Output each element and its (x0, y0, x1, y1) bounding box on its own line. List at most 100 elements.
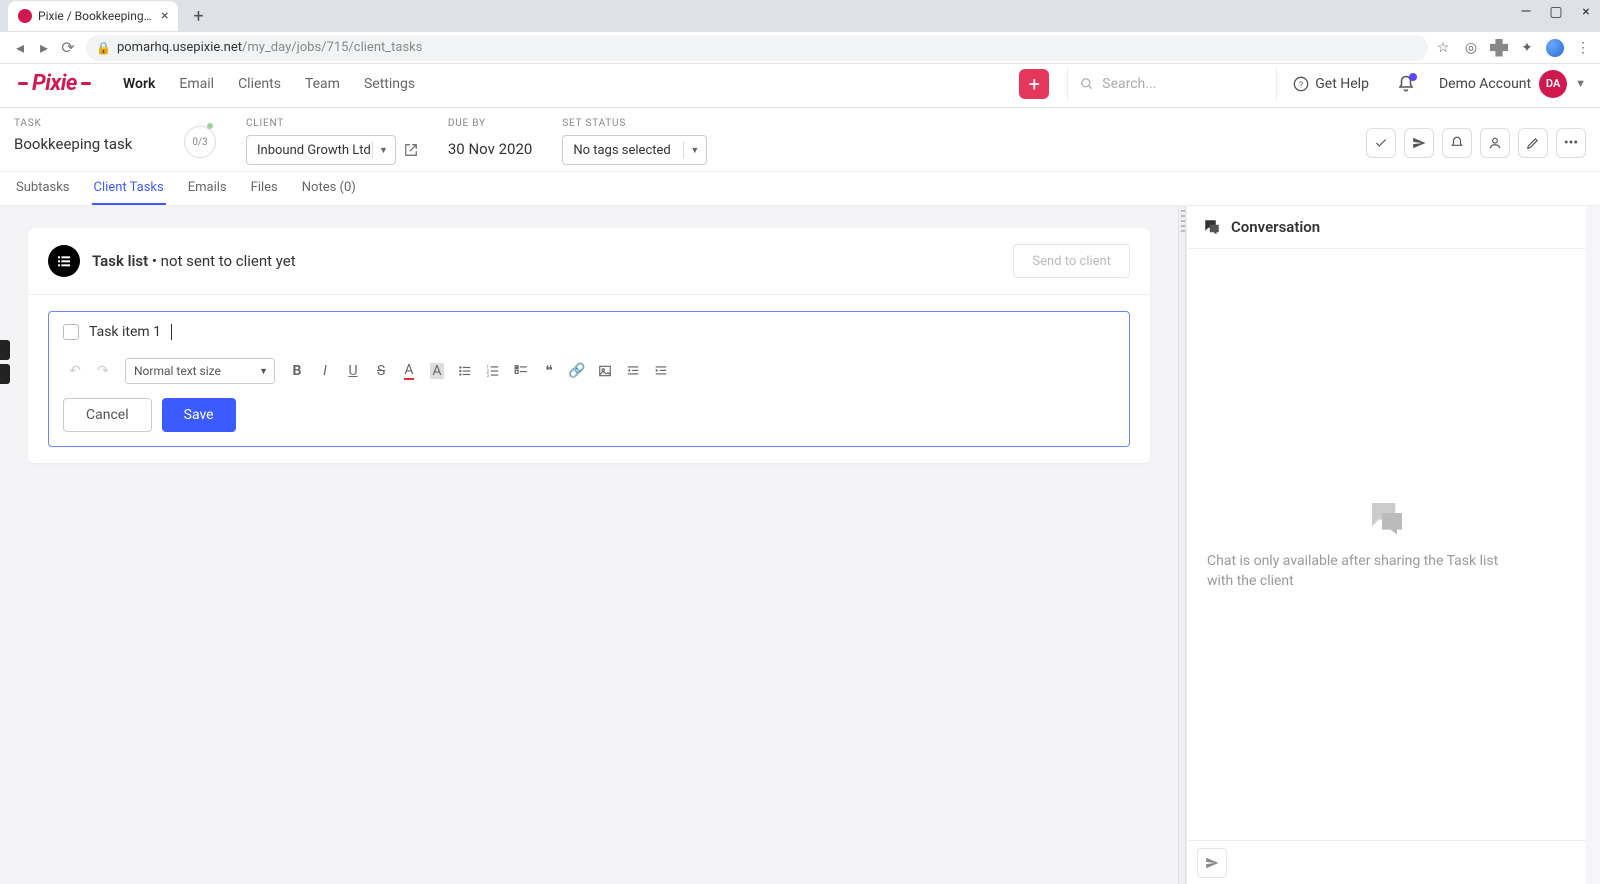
account-menu[interactable]: Demo Account DA ▼ (1439, 70, 1586, 98)
close-window-icon[interactable]: × (1578, 4, 1594, 20)
url-text: pomarhq.usepixie.net/my_day/jobs/715/cli… (117, 40, 423, 55)
app-header: Pixie Work Email Clients Team Settings +… (0, 60, 1600, 108)
task-item-text[interactable]: Task item 1 (89, 324, 161, 340)
card-title: Task list • not sent to client yet (92, 252, 296, 270)
editor-toolbar: ↶ ↷ Normal text size ▼ B I U S A A (63, 358, 1115, 384)
client-select[interactable]: Inbound Growth Ltd ▼ (246, 135, 396, 165)
profile-avatar[interactable] (1546, 39, 1564, 57)
browser-chrome: Pixie / Bookkeeping task client t × + — … (0, 0, 1600, 60)
status-select[interactable]: No tags selected ▼ (562, 135, 707, 165)
maximize-icon[interactable]: ▢ (1548, 4, 1564, 20)
notifications-button[interactable] (1397, 75, 1415, 93)
tab-emails[interactable]: Emails (186, 172, 229, 205)
client-label: CLIENT (246, 118, 418, 129)
outdent-button[interactable] (621, 359, 645, 383)
numbered-list-button[interactable]: 123 (481, 359, 505, 383)
reload-button[interactable]: ⟳ (56, 38, 80, 57)
strike-button[interactable]: S (369, 359, 393, 383)
svg-text:3: 3 (487, 373, 490, 378)
text-color-button[interactable]: A (397, 359, 421, 383)
bold-button[interactable]: B (285, 359, 309, 383)
side-tabs[interactable] (0, 340, 10, 388)
help-link[interactable]: ? Get Help (1293, 76, 1369, 92)
checklist-button[interactable] (509, 359, 533, 383)
lock-icon: 🔒 (96, 41, 111, 55)
complete-button[interactable] (1366, 128, 1396, 158)
reminder-button[interactable] (1442, 128, 1472, 158)
save-button[interactable]: Save (162, 398, 236, 432)
send-button[interactable] (1404, 128, 1434, 158)
browser-right-icons: ☆ ◎ ✦ ⋮ (1434, 39, 1592, 57)
italic-button[interactable]: I (313, 359, 337, 383)
quote-button[interactable]: ❝ (537, 359, 561, 383)
conversation-empty-message: Chat is only available after sharing the… (1207, 552, 1527, 591)
dueby-label: DUE BY (448, 118, 532, 129)
task-list-card: Task list • not sent to client yet Send … (28, 228, 1150, 463)
close-tab-icon[interactable]: × (161, 8, 168, 24)
main-nav: Work Email Clients Team Settings (123, 76, 415, 92)
chat-empty-icon (1365, 498, 1409, 538)
bullet-list-button[interactable] (453, 359, 477, 383)
conversation-footer (1187, 840, 1586, 884)
panel-resizer[interactable] (1178, 206, 1186, 884)
send-to-client-button[interactable]: Send to client (1013, 244, 1130, 278)
forward-button[interactable]: ▸ (32, 38, 56, 57)
task-checkbox[interactable] (63, 324, 79, 340)
indent-button[interactable] (649, 359, 673, 383)
ext-icon-1[interactable]: ◎ (1462, 39, 1480, 57)
task-name: Bookkeeping task (14, 135, 154, 153)
dueby-value: 30 Nov 2020 (448, 135, 532, 158)
external-link-icon[interactable] (404, 143, 418, 157)
conversation-body: Chat is only available after sharing the… (1187, 249, 1586, 840)
image-button[interactable] (593, 359, 617, 383)
nav-email[interactable]: Email (179, 76, 214, 92)
logo[interactable]: Pixie (14, 71, 95, 96)
underline-button[interactable]: U (341, 359, 365, 383)
kebab-menu-icon[interactable]: ⋮ (1574, 39, 1592, 57)
scrollbar[interactable] (1586, 206, 1600, 884)
ext-icon-2[interactable] (1490, 39, 1508, 57)
content-area: Task list • not sent to client yet Send … (0, 206, 1178, 884)
chat-icon (1203, 218, 1221, 236)
tab-subtasks[interactable]: Subtasks (14, 172, 72, 205)
task-progress[interactable]: 0/3 (184, 126, 216, 158)
conversation-panel: Conversation Chat is only available afte… (1186, 206, 1586, 884)
nav-settings[interactable]: Settings (364, 76, 415, 92)
send-message-button[interactable] (1197, 848, 1227, 878)
url-field[interactable]: 🔒 pomarhq.usepixie.net/my_day/jobs/715/c… (86, 35, 1428, 61)
search-input[interactable]: Search... (1067, 66, 1277, 102)
favicon (18, 9, 32, 23)
text-size-select[interactable]: Normal text size ▼ (125, 358, 275, 384)
task-header: TASK Bookkeeping task 0/3 CLIENT Inbound… (0, 108, 1600, 172)
undo-button[interactable]: ↶ (63, 359, 87, 383)
cancel-button[interactable]: Cancel (63, 398, 152, 432)
account-avatar: DA (1539, 70, 1567, 98)
back-button[interactable]: ◂ (8, 38, 32, 57)
tab-notes[interactable]: Notes (0) (300, 172, 358, 205)
edit-button[interactable] (1518, 128, 1548, 158)
address-bar: ◂ ▸ ⟳ 🔒 pomarhq.usepixie.net/my_day/jobs… (0, 32, 1600, 64)
nav-clients[interactable]: Clients (238, 76, 281, 92)
link-button[interactable]: 🔗 (565, 359, 589, 383)
star-icon[interactable]: ☆ (1434, 39, 1452, 57)
tab-files[interactable]: Files (249, 172, 280, 205)
text-cursor (171, 324, 172, 340)
section-tabs: Subtasks Client Tasks Emails Files Notes… (0, 172, 1600, 206)
more-button[interactable]: ••• (1556, 128, 1586, 158)
help-icon: ? (1293, 76, 1309, 92)
assign-button[interactable] (1480, 128, 1510, 158)
nav-work[interactable]: Work (123, 76, 155, 92)
redo-button[interactable]: ↷ (91, 359, 115, 383)
ext-icon-3[interactable]: ✦ (1518, 39, 1536, 57)
browser-tab[interactable]: Pixie / Bookkeeping task client t × (8, 1, 178, 31)
chevron-down-icon: ▼ (683, 141, 699, 159)
add-button[interactable]: + (1019, 69, 1049, 99)
new-tab-button[interactable]: + (186, 6, 210, 27)
tab-client-tasks[interactable]: Client Tasks (92, 172, 166, 205)
task-actions: ••• (1366, 128, 1586, 158)
nav-team[interactable]: Team (305, 76, 340, 92)
status-label: SET STATUS (562, 118, 707, 129)
highlight-button[interactable]: A (425, 359, 449, 383)
task-item-row[interactable]: Task item 1 (63, 324, 1115, 340)
minimize-icon[interactable]: — (1518, 4, 1534, 20)
